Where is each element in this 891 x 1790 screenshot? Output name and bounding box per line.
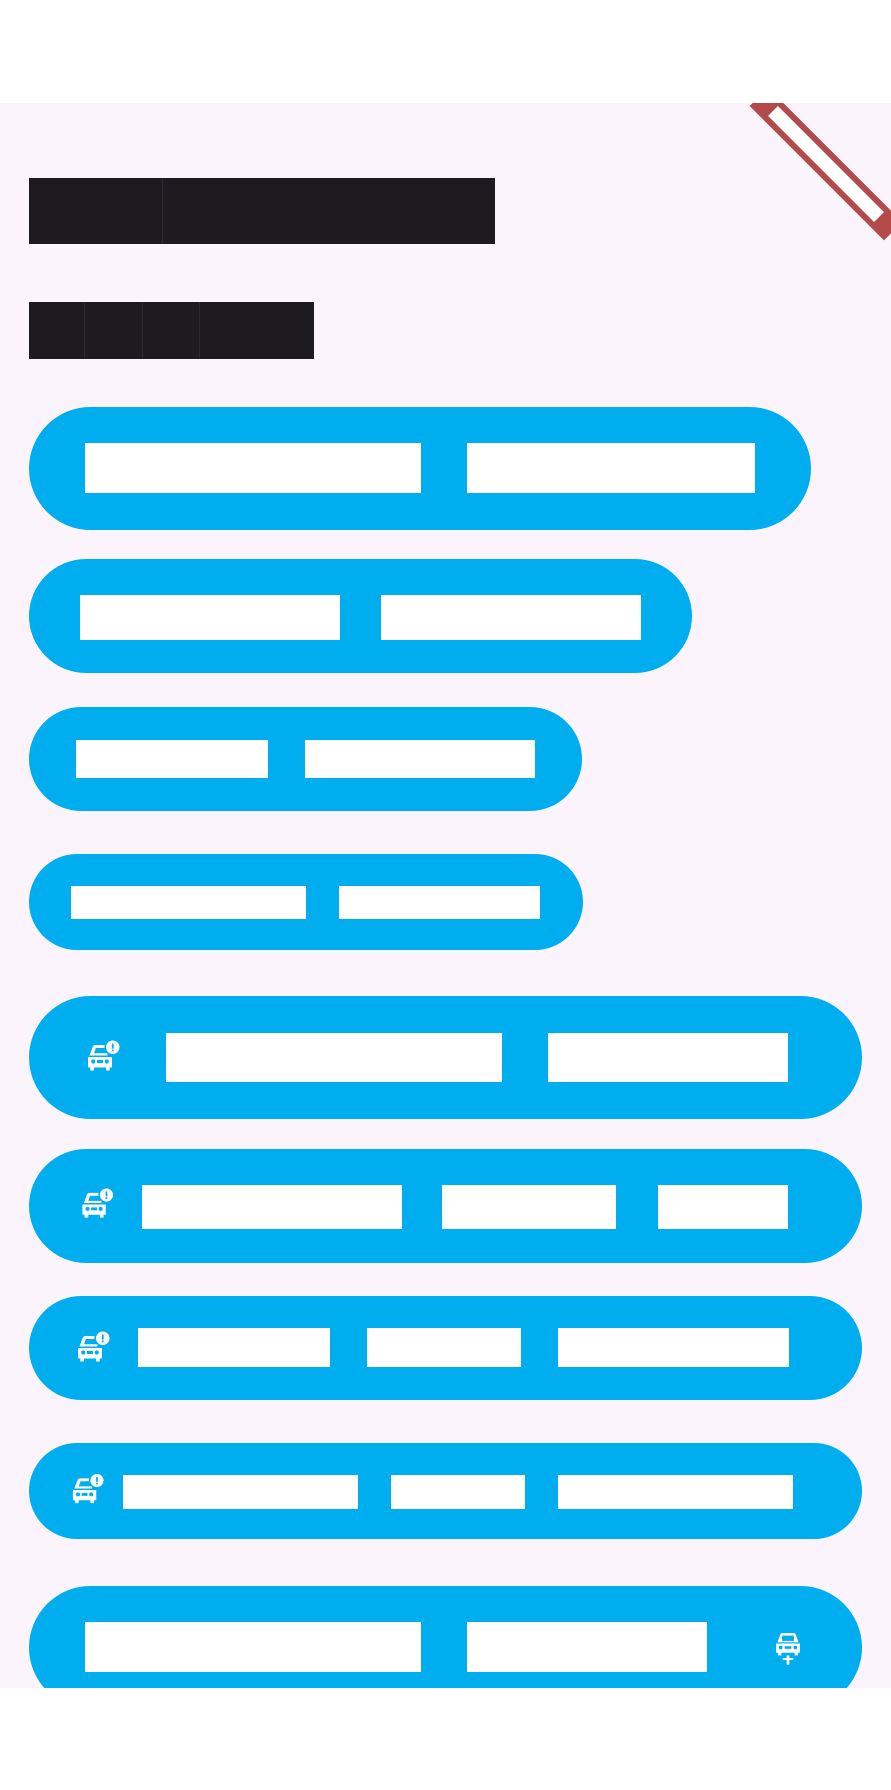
button-label [548, 1033, 788, 1082]
pill-button-6[interactable] [29, 1149, 862, 1263]
title-heading [29, 178, 495, 244]
pill-button-2[interactable] [29, 559, 692, 673]
pill-button-9[interactable] [29, 1586, 862, 1688]
car-alert-icon [79, 1187, 115, 1222]
button-label [71, 886, 306, 919]
button-label [391, 1475, 525, 1509]
button-label [442, 1185, 616, 1229]
app-screen [0, 103, 891, 1688]
pill-button-5[interactable] [29, 996, 862, 1119]
debug-banner [749, 103, 891, 241]
car-alert-icon [84, 1039, 122, 1075]
button-label [558, 1328, 789, 1367]
button-label [85, 443, 421, 493]
pill-button-4[interactable] [29, 854, 583, 950]
button-label [85, 1622, 421, 1672]
pill-button-1[interactable] [29, 407, 811, 530]
button-label [467, 1622, 707, 1672]
car-rental-icon [772, 1629, 804, 1666]
button-label [123, 1475, 358, 1509]
button-label [305, 740, 535, 778]
button-label [76, 740, 268, 778]
button-label [142, 1185, 402, 1229]
button-label [367, 1328, 521, 1367]
button-label [166, 1033, 502, 1082]
pill-button-7[interactable] [29, 1296, 862, 1400]
car-alert-icon [75, 1330, 111, 1366]
button-label [80, 595, 340, 640]
debug-banner-label [768, 106, 884, 222]
pill-button-8[interactable] [29, 1443, 862, 1539]
button-label [558, 1475, 793, 1509]
pill-button-3[interactable] [29, 707, 582, 811]
button-label [138, 1328, 330, 1367]
button-label [339, 886, 540, 919]
button-label [381, 595, 641, 640]
car-alert-icon [70, 1472, 105, 1508]
subtitle-heading [29, 302, 314, 359]
button-label [467, 443, 755, 493]
button-label [658, 1185, 788, 1229]
